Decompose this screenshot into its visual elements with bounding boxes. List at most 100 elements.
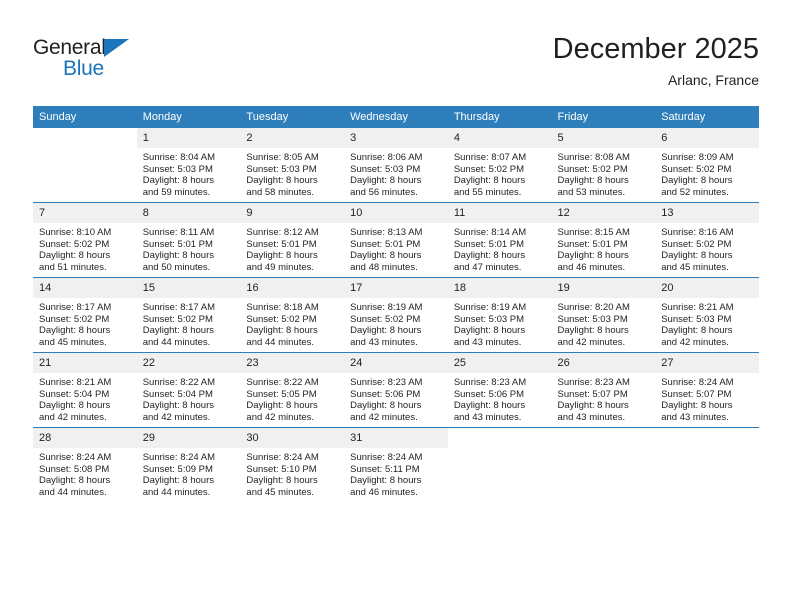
daylight-text-line2: and 44 minutes. <box>142 486 211 498</box>
calendar-day-cell[interactable]: 31 Sunrise: 8:24 AM Sunset: 5:11 PM Dayligh… <box>344 427 448 502</box>
calendar-day-cell[interactable]: 3 Sunrise: 8:06 AM Sunset: 5:03 PM Daylight… <box>344 127 448 203</box>
sunset-text: Sunset: 5:09 PM <box>142 463 213 475</box>
calendar-day-cell[interactable]: 28 Sunrise: 8:24 AM Sunset: 5:08 PM Dayligh… <box>33 427 137 502</box>
day-number: 14 <box>33 278 137 298</box>
daylight-text-line1: Daylight: 8 hours <box>246 175 318 187</box>
calendar-day-cell[interactable]: 13 Sunrise: 8:16 AM Sunset: 5:02 PM Dayligh… <box>655 202 759 278</box>
day-details: Sunrise: 8:22 AM Sunset: 5:04 PM Daylight:… <box>137 373 241 423</box>
daylight-text-line2: and 49 minutes. <box>246 261 315 273</box>
sunset-text: Sunset: 5:02 PM <box>661 238 732 250</box>
calendar-day-cell[interactable]: 23 Sunrise: 8:22 AM Sunset: 5:05 PM Dayligh… <box>240 352 345 428</box>
day-number: 5 <box>551 128 656 148</box>
day-details: Sunrise: 8:11 AM Sunset: 5:01 PM Daylight:… <box>137 223 241 273</box>
general-blue-logo[interactable]: General Blue <box>33 36 153 84</box>
sunset-text: Sunset: 5:02 PM <box>557 163 628 175</box>
calendar-day-cell[interactable]: 1 Sunrise: 8:04 AM Sunset: 5:03 PM Daylight… <box>136 127 241 203</box>
day-cell-inner: 14 Sunrise: 8:17 AM Sunset: 5:02 PM Dayligh… <box>33 278 137 352</box>
calendar-day-cell[interactable]: 4 Sunrise: 8:07 AM Sunset: 5:02 PM Daylight… <box>447 127 552 203</box>
day-cell-inner: 16 Sunrise: 8:18 AM Sunset: 5:02 PM Dayligh… <box>240 278 345 352</box>
calendar-day-cell[interactable]: 22 Sunrise: 8:22 AM Sunset: 5:04 PM Dayligh… <box>136 352 241 428</box>
day-details: Sunrise: 8:07 AM Sunset: 5:02 PM Daylight:… <box>448 148 552 198</box>
calendar-week-row: 28 Sunrise: 8:24 AM Sunset: 5:08 PM Dayligh… <box>33 427 759 502</box>
calendar-day-cell[interactable]: 20 Sunrise: 8:21 AM Sunset: 5:03 PM Dayligh… <box>655 277 759 353</box>
calendar-day-cell[interactable]: 19 Sunrise: 8:20 AM Sunset: 5:03 PM Dayligh… <box>551 277 656 353</box>
day-cell-inner: 29 Sunrise: 8:24 AM Sunset: 5:09 PM Dayligh… <box>136 428 241 502</box>
daylight-text-line2: and 50 minutes. <box>142 261 211 273</box>
sunrise-text: Sunrise: 8:11 AM <box>142 227 215 238</box>
sunset-text: Sunset: 5:06 PM <box>350 388 421 400</box>
daylight-text-line2: and 42 minutes. <box>350 411 418 423</box>
sunset-text: Sunset: 5:11 PM <box>350 463 420 475</box>
daylight-text-line2: and 43 minutes. <box>453 411 522 423</box>
calendar-day-cell[interactable]: 26 Sunrise: 8:23 AM Sunset: 5:07 PM Dayligh… <box>551 352 656 428</box>
daylight-text-line1: Daylight: 8 hours <box>246 400 318 412</box>
sunset-text: Sunset: 5:04 PM <box>39 388 110 400</box>
calendar-day-cell[interactable]: 6 Sunrise: 8:09 AM Sunset: 5:02 PM Daylight… <box>655 127 759 203</box>
calendar-day-cell[interactable]: 24 Sunrise: 8:23 AM Sunset: 5:06 PM Dayligh… <box>344 352 448 428</box>
calendar-day-cell[interactable]: 12 Sunrise: 8:15 AM Sunset: 5:01 PM Dayligh… <box>551 202 656 278</box>
calendar-day-cell[interactable]: 10 Sunrise: 8:13 AM Sunset: 5:01 PM Dayligh… <box>344 202 448 278</box>
daylight-text-line1: Daylight: 8 hours <box>661 175 733 187</box>
sunset-text: Sunset: 5:04 PM <box>142 388 213 400</box>
calendar-day-cell[interactable]: 17 Sunrise: 8:19 AM Sunset: 5:02 PM Dayligh… <box>344 277 448 353</box>
daylight-text-line2: and 42 minutes. <box>557 336 626 348</box>
day-details: Sunrise: 8:16 AM Sunset: 5:02 PM Daylight:… <box>655 223 759 273</box>
day-number: 6 <box>655 128 759 148</box>
calendar-day-cell[interactable]: 25 Sunrise: 8:23 AM Sunset: 5:06 PM Dayligh… <box>447 352 552 428</box>
daylight-text-line2: and 42 minutes. <box>142 411 211 423</box>
daylight-text-line1: Daylight: 8 hours <box>142 250 214 262</box>
daylight-text-line1: Daylight: 8 hours <box>661 400 733 412</box>
sunrise-text: Sunrise: 8:23 AM <box>453 377 527 388</box>
day-number: 17 <box>344 278 448 298</box>
sunset-text: Sunset: 5:02 PM <box>142 313 213 325</box>
calendar-day-cell[interactable]: 18 Sunrise: 8:19 AM Sunset: 5:03 PM Dayligh… <box>447 277 552 353</box>
calendar-day-cell[interactable]: 14 Sunrise: 8:17 AM Sunset: 5:02 PM Dayligh… <box>33 277 137 353</box>
day-number: 31 <box>344 428 448 448</box>
sunset-text: Sunset: 5:07 PM <box>661 388 732 400</box>
calendar-day-cell[interactable]: 15 Sunrise: 8:17 AM Sunset: 5:02 PM Dayligh… <box>136 277 241 353</box>
daylight-text-line1: Daylight: 8 hours <box>39 325 111 337</box>
daylight-text-line2: and 44 minutes. <box>142 336 211 348</box>
day-number: 1 <box>136 128 241 148</box>
calendar-day-cell[interactable]: 8 Sunrise: 8:11 AM Sunset: 5:01 PM Daylight… <box>136 202 241 278</box>
daylight-text-line1: Daylight: 8 hours <box>142 400 214 412</box>
day-cell-inner: 20 Sunrise: 8:21 AM Sunset: 5:03 PM Dayligh… <box>655 278 759 352</box>
sunrise-text: Sunrise: 8:14 AM <box>453 227 527 238</box>
daylight-text-line2: and 46 minutes. <box>557 261 626 273</box>
day-cell-inner: 12 Sunrise: 8:15 AM Sunset: 5:01 PM Dayligh… <box>551 203 656 277</box>
sunset-text: Sunset: 5:05 PM <box>246 388 317 400</box>
day-details: Sunrise: 8:19 AM Sunset: 5:02 PM Daylight:… <box>344 298 448 348</box>
calendar-day-cell[interactable]: 2 Sunrise: 8:05 AM Sunset: 5:03 PM Daylight… <box>240 127 345 203</box>
day-number: 3 <box>344 128 448 148</box>
day-cell-inner: 13 Sunrise: 8:16 AM Sunset: 5:02 PM Dayligh… <box>655 203 759 277</box>
calendar-day-cell[interactable]: 27 Sunrise: 8:24 AM Sunset: 5:07 PM Dayligh… <box>655 352 759 428</box>
sunset-text: Sunset: 5:01 PM <box>557 238 628 250</box>
daylight-text-line1: Daylight: 8 hours <box>350 475 422 487</box>
sunrise-text: Sunrise: 8:23 AM <box>557 377 630 388</box>
sunset-text: Sunset: 5:03 PM <box>661 313 732 325</box>
day-number: 11 <box>447 203 552 223</box>
day-details: Sunrise: 8:24 AM Sunset: 5:11 PM Daylight:… <box>344 448 448 498</box>
daylight-text-line2: and 42 minutes. <box>39 411 107 423</box>
logo-text-blue: Blue <box>63 57 104 80</box>
day-cell-inner: 4 Sunrise: 8:07 AM Sunset: 5:02 PM Daylight… <box>447 128 552 202</box>
sunset-text: Sunset: 5:10 PM <box>246 463 317 475</box>
sunrise-text: Sunrise: 8:10 AM <box>39 227 112 238</box>
calendar-week-row: 1 Sunrise: 8:04 AM Sunset: 5:03 PM Daylight… <box>33 127 759 203</box>
calendar-day-cell[interactable]: 5 Sunrise: 8:08 AM Sunset: 5:02 PM Daylight… <box>551 127 656 203</box>
day-number: 28 <box>33 428 137 448</box>
calendar-day-cell[interactable]: 30 Sunrise: 8:24 AM Sunset: 5:10 PM Dayligh… <box>240 427 345 502</box>
calendar-day-cell[interactable]: 16 Sunrise: 8:18 AM Sunset: 5:02 PM Dayligh… <box>240 277 345 353</box>
daylight-text-line1: Daylight: 8 hours <box>661 250 733 262</box>
calendar-day-cell[interactable]: 9 Sunrise: 8:12 AM Sunset: 5:01 PM Daylight… <box>240 202 345 278</box>
day-details: Sunrise: 8:18 AM Sunset: 5:02 PM Daylight:… <box>240 298 344 348</box>
calendar-day-cell[interactable]: 7 Sunrise: 8:10 AM Sunset: 5:02 PM Daylight… <box>33 202 137 278</box>
day-details: Sunrise: 8:17 AM Sunset: 5:02 PM Daylight:… <box>137 298 241 348</box>
calendar-day-cell[interactable]: 21 Sunrise: 8:21 AM Sunset: 5:04 PM Dayligh… <box>33 352 137 428</box>
sunrise-text: Sunrise: 8:17 AM <box>39 302 112 313</box>
sunset-text: Sunset: 5:08 PM <box>39 463 110 475</box>
day-cell-inner: 1 Sunrise: 8:04 AM Sunset: 5:03 PM Daylight… <box>136 128 241 202</box>
day-cell-inner: 24 Sunrise: 8:23 AM Sunset: 5:06 PM Dayligh… <box>344 353 448 427</box>
calendar-day-cell[interactable]: 11 Sunrise: 8:14 AM Sunset: 5:01 PM Dayligh… <box>447 202 552 278</box>
calendar-day-cell[interactable]: 29 Sunrise: 8:24 AM Sunset: 5:09 PM Dayligh… <box>136 427 241 502</box>
